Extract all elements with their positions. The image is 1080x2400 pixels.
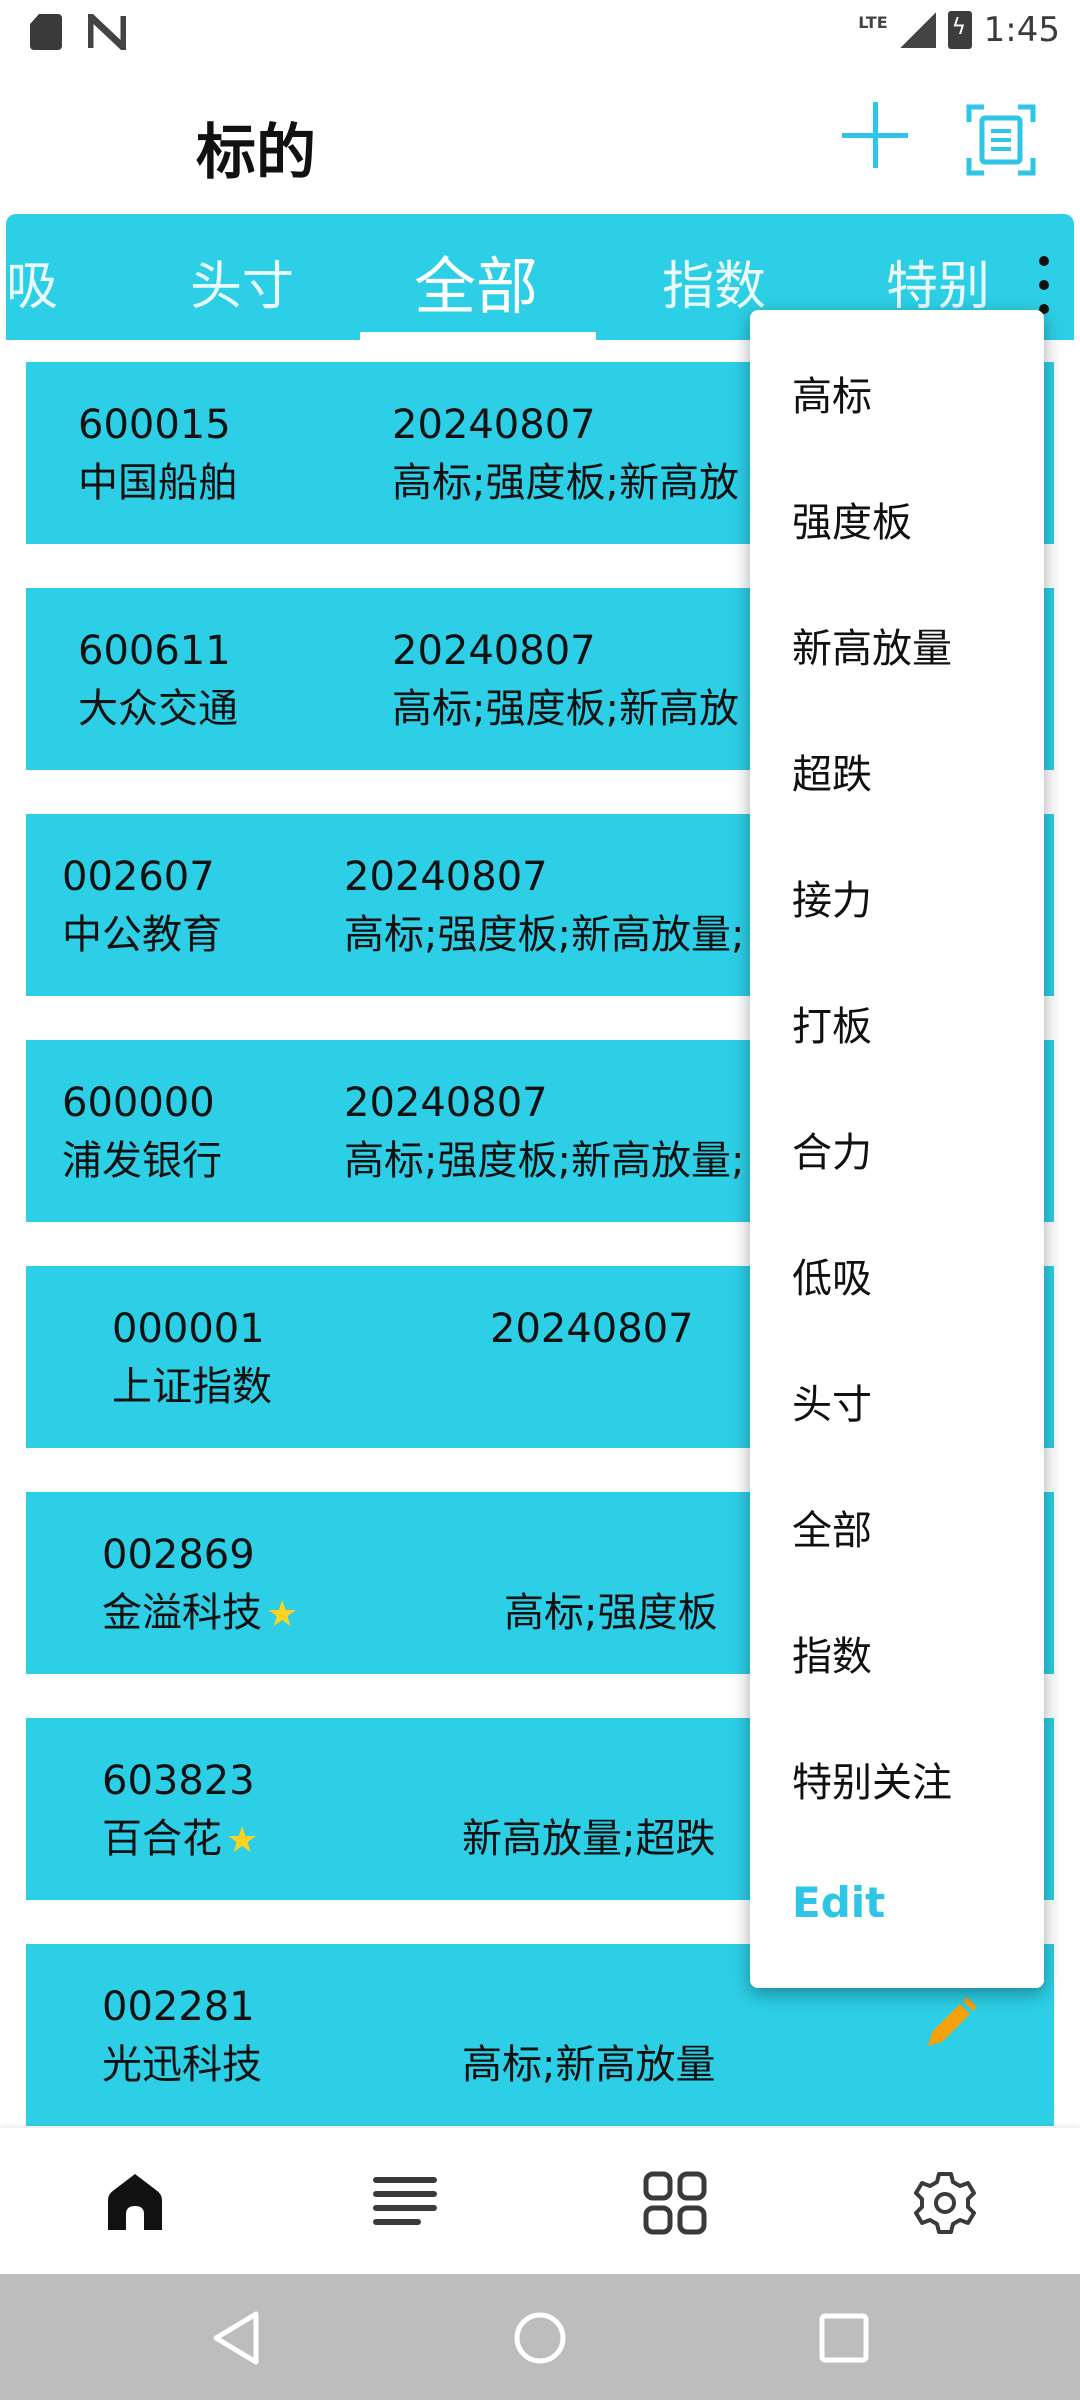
stock-name: 上证指数 [112,1364,272,1410]
stock-name: 大众交通 [78,686,238,732]
status-left-icons [30,14,126,50]
star-icon: ★ [226,1820,259,1861]
stock-tags: 高标;强度板;新高放量; [344,1138,745,1184]
stock-code: 600611 [78,628,231,674]
signal-icon [899,12,936,48]
menu-item-board-hitting[interactable]: 打板 [792,994,872,1052]
menu-item-all[interactable]: 全部 [792,1498,872,1556]
app-bar: 标的 [0,64,1080,212]
home-icon[interactable] [102,2170,168,2236]
recents-square-icon[interactable] [816,2310,872,2366]
add-icon[interactable] [840,100,910,170]
stock-code: 603823 [102,1758,255,1804]
stock-name-row: 百合花 ★ [102,1806,258,1864]
menu-item-special-focus[interactable]: 特别关注 [792,1750,952,1808]
menu-item-combined-force[interactable]: 合力 [792,1120,872,1178]
settings-gear-icon[interactable] [912,2170,978,2236]
status-bar: LTE 1:45 [0,0,1080,64]
stock-date: 20240807 [392,402,596,448]
status-time: 1:45 [983,10,1060,50]
status-right-icons: LTE 1:45 [858,10,1060,50]
network-type: LTE [858,12,888,32]
stock-date: 20240807 [344,1080,548,1126]
stock-code: 002607 [62,854,215,900]
menu-item-low-buy[interactable]: 低吸 [792,1246,872,1304]
tab-index[interactable]: 指数 [662,244,766,319]
stock-tags: 高标;强度板;新高放 [392,686,739,732]
stock-tags: 高标;强度板;新高放 [392,460,739,506]
stock-date: 20240807 [392,628,596,674]
tab-position[interactable]: 头寸 [190,244,294,319]
stock-tags: 新高放量;超跌 [462,1816,716,1862]
scan-document-icon[interactable] [966,104,1036,176]
stock-tags: 高标;强度板;新高放量; [344,912,745,958]
battery-charging-icon [947,11,972,49]
stock-name-row: 金溢科技 ★ [102,1580,298,1638]
bottom-navigation [0,2128,1080,2274]
tab-indicator [360,332,596,340]
menu-edit-button[interactable]: Edit [792,1878,885,1927]
tab-all[interactable]: 全部 [414,236,538,326]
grid-icon[interactable] [642,2170,708,2236]
stock-name: 光迅科技 [102,2042,262,2088]
edit-pencil-icon[interactable] [920,1994,980,2054]
stock-name: 百合花 [102,1816,222,1862]
menu-item-index[interactable]: 指数 [792,1624,872,1682]
stock-date: 20240807 [490,1306,694,1352]
system-navigation-bar [0,2274,1080,2400]
star-icon: ★ [266,1594,299,1635]
menu-item-position[interactable]: 头寸 [792,1372,872,1430]
tab-low-buy-partial[interactable]: 吸 [6,244,58,319]
list-lines-icon[interactable] [372,2170,438,2236]
menu-item-relay[interactable]: 接力 [792,868,872,926]
home-circle-icon[interactable] [512,2310,568,2366]
n-icon [88,14,126,50]
tab-special-partial[interactable]: 特别 [886,244,990,319]
stock-code: 600000 [62,1080,215,1126]
menu-item-new-high-volume[interactable]: 新高放量 [792,616,952,674]
menu-item-strength-board[interactable]: 强度板 [792,490,912,548]
sd-card-icon [30,14,62,50]
stock-code: 002281 [102,1984,255,2030]
stock-code: 600015 [78,402,231,448]
stock-tags: 高标;新高放量 [462,2042,716,2088]
overflow-menu: 高标 强度板 新高放量 超跌 接力 打板 合力 低吸 头寸 全部 指数 特别关注… [750,310,1044,1988]
stock-name: 中国船舶 [78,460,238,506]
page-title: 标的 [196,118,316,188]
menu-item-high-mark[interactable]: 高标 [792,364,872,422]
stock-name: 中公教育 [62,912,222,958]
stock-code: 002869 [102,1532,255,1578]
stock-date: 20240807 [344,854,548,900]
stock-tags: 高标;强度板 [504,1590,718,1636]
menu-item-oversold[interactable]: 超跌 [792,742,872,800]
stock-code: 000001 [112,1306,265,1352]
back-icon[interactable] [208,2310,264,2366]
stock-name: 浦发银行 [62,1138,222,1184]
more-options-icon[interactable] [1022,256,1066,314]
stock-name: 金溢科技 [102,1590,262,1636]
